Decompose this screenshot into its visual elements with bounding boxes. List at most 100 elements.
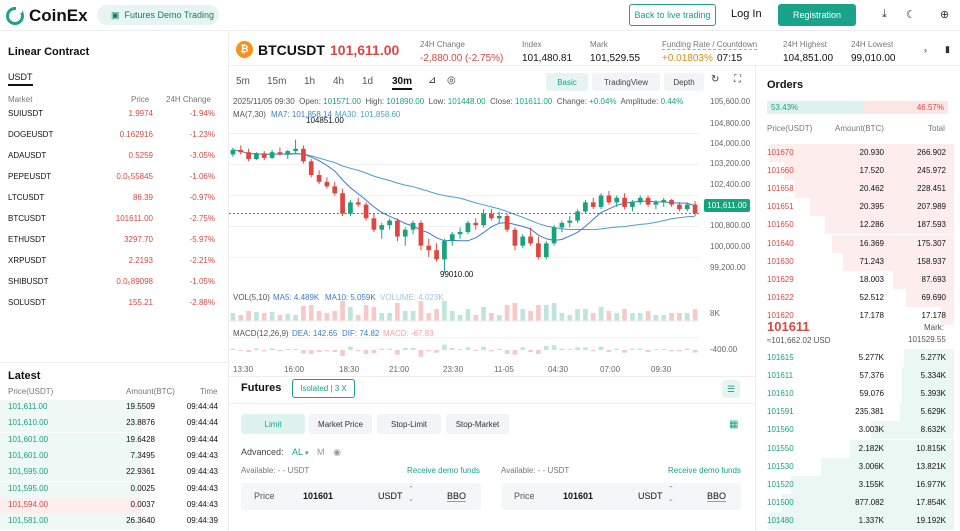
market-row[interactable]: SUIUSDT 1.9974 -1.94% <box>0 109 228 130</box>
fullscreen-icon[interactable]: ⛶ <box>734 74 741 85</box>
bbo-button-right[interactable]: BBO <box>707 491 727 502</box>
order-book-row[interactable]: 101630 71.243 158.937 <box>762 252 954 271</box>
market-row[interactable]: SHIBUSDT 0.0₅89098 -1.05% <box>0 277 228 298</box>
price-stepper-icon[interactable]: ⌃ ⌄ <box>668 485 674 505</box>
market-price: 86.39 <box>132 193 153 202</box>
ob-header-total: Total <box>928 124 945 133</box>
market-row[interactable]: LTCUSDT 86.39 -0.97% <box>0 193 228 214</box>
order-book-row[interactable]: 101550 2.182K 10.815K <box>762 439 954 458</box>
advanced-al-option[interactable]: AL <box>292 447 303 457</box>
order-tab-market-price[interactable]: Market Price <box>309 414 372 434</box>
timeframe-1h[interactable]: 1h <box>304 76 315 87</box>
order-book-row[interactable]: 101610 59.076 5.393K <box>762 385 954 404</box>
trade-row: 101,581.00 26.3640 09:44:39 <box>0 514 228 531</box>
layout-grid-icon[interactable]: ▦ <box>729 419 738 430</box>
volume-bar <box>402 311 408 321</box>
candlestick-chart[interactable] <box>229 118 704 364</box>
price-stepper-icon[interactable]: ⌃ ⌄ <box>408 485 414 505</box>
volume-bar <box>395 303 400 321</box>
market-row[interactable]: XRPUSDT 2.2193 -2.21% <box>0 256 228 277</box>
timeframe-4h[interactable]: 4h <box>333 76 344 87</box>
ob-price: 101591 <box>767 407 794 417</box>
chart-type-icon[interactable]: ⊿ <box>428 75 436 86</box>
price-unit: USDT <box>638 491 663 501</box>
ob-price: 101658 <box>767 184 794 194</box>
market-row[interactable]: SOLUSDT 155.21 -2.88% <box>0 298 228 319</box>
order-tab-stop-market[interactable]: Stop-Market <box>446 414 509 434</box>
macd-bar <box>543 346 549 350</box>
market-header-change[interactable]: 24H Change <box>166 95 211 104</box>
order-book-row[interactable]: 101500 877.082 17.854K <box>762 493 954 512</box>
order-book-row[interactable]: 101591 235.381 5.629K <box>762 403 954 422</box>
candle-body <box>520 236 526 246</box>
macd-bar <box>551 345 557 350</box>
order-book-row[interactable]: 101622 52.512 69.690 <box>762 288 954 307</box>
price-input-right[interactable]: Price 101601 USDT ⌃ ⌄ BBO <box>501 483 741 510</box>
trade-time: 09:44:43 <box>186 483 218 493</box>
view-tradingview[interactable]: TradingView <box>592 73 660 91</box>
symbol-name[interactable]: BTCUSDT <box>258 42 325 58</box>
bbo-button-left[interactable]: BBO <box>447 491 467 502</box>
latest-header-price: Price(USDT) <box>8 387 54 396</box>
order-book-row[interactable]: 101640 16.369 175.307 <box>762 234 954 253</box>
last-price: 101,611.00 <box>330 42 400 58</box>
demo-trading-badge[interactable]: ▣ Futures Demo Trading <box>97 5 219 25</box>
timeframe-30m[interactable]: 30m <box>392 76 413 90</box>
login-link[interactable]: Log In <box>731 8 762 20</box>
market-row[interactable]: BTCUSDT 101611.00 -2.75% <box>0 214 228 235</box>
price-input-value[interactable]: 101601 <box>303 491 333 501</box>
receive-demo-funds-right[interactable]: Receive demo funds <box>668 466 741 475</box>
order-book-row[interactable]: 101480 1.337K 19.192K <box>762 511 954 530</box>
market-row[interactable]: ADAUSDT 0.5259 -3.05% <box>0 151 228 172</box>
btc-coin-icon: ₿ <box>236 41 253 58</box>
ohlc-low-label: Low: <box>428 97 446 106</box>
language-globe-icon[interactable]: ⊕ <box>940 8 949 21</box>
order-book-row[interactable]: 101650 12.286 187.593 <box>762 216 954 235</box>
order-book-row[interactable]: 101530 3.006K 13.821K <box>762 457 954 476</box>
order-book-row[interactable]: 101560 3.003K 8.632K <box>762 421 954 440</box>
order-book-row[interactable]: 101629 18.003 87.693 <box>762 270 954 289</box>
order-tab-stop-limit[interactable]: Stop-Limit <box>377 414 441 434</box>
order-tab-limit[interactable]: Limit <box>241 414 305 434</box>
dark-mode-icon[interactable]: ☾ <box>906 8 916 21</box>
market-header-market[interactable]: Market <box>8 95 32 104</box>
order-book-row[interactable]: 101670 20.930 266.902 <box>762 144 954 162</box>
market-row[interactable]: DOGEUSDT 0.162916 -1.23% <box>0 130 228 151</box>
back-to-live-button[interactable]: Back to live trading <box>629 4 716 26</box>
advanced-m-option[interactable]: M <box>317 447 325 457</box>
candle-body <box>269 152 275 158</box>
view-basic[interactable]: Basic <box>546 73 588 91</box>
eye-icon[interactable]: ◉ <box>333 447 341 457</box>
order-book-row[interactable]: 101651 20.395 207.989 <box>762 198 954 217</box>
indicators-icon[interactable]: ◎ <box>447 75 456 86</box>
price-input-value[interactable]: 101601 <box>563 491 593 501</box>
order-book-row[interactable]: 101660 17.520 245.972 <box>762 162 954 181</box>
settings-sliders-icon[interactable]: ☰ <box>722 380 740 398</box>
margin-mode-button[interactable]: Isolated | 3 X <box>292 379 355 398</box>
order-book-row[interactable]: 101658 20.462 228.451 <box>762 180 954 199</box>
volume-bar <box>246 311 251 321</box>
timeframe-1d[interactable]: 1d <box>362 76 373 87</box>
candle-body <box>285 151 291 155</box>
register-button[interactable]: Registration <box>778 4 856 26</box>
order-book-row[interactable]: 101611 57.376 5.334K <box>762 367 954 386</box>
view-depth[interactable]: Depth <box>664 73 704 91</box>
download-icon[interactable]: ⤓ <box>882 8 887 21</box>
timeframe-15m[interactable]: 15m <box>267 76 286 87</box>
ticker-scroll-right-icon[interactable]: › <box>924 45 927 55</box>
receive-demo-funds-left[interactable]: Receive demo funds <box>407 466 480 475</box>
timeframe-5m[interactable]: 5m <box>236 76 250 87</box>
market-row[interactable]: ETHUSDT 3297.70 -5.97% <box>0 235 228 256</box>
refresh-icon[interactable]: ↻ <box>711 74 719 85</box>
coinex-logo[interactable]: CoinEx <box>6 6 88 26</box>
order-book-row[interactable]: 101615 5.277K 5.277K <box>762 349 954 367</box>
candle-body <box>661 200 667 203</box>
panel-toggle-icon[interactable]: ▮ <box>945 44 950 55</box>
price-input-left[interactable]: Price 101601 USDT ⌃ ⌄ BBO <box>241 483 481 510</box>
price-axis-label: 99,200.00 <box>710 263 746 272</box>
order-book-row[interactable]: 101520 3.155K 16.977K <box>762 475 954 494</box>
market-row[interactable]: PEPEUSDT 0.0₅55845 -1.06% <box>0 172 228 193</box>
volume-bar <box>418 301 424 321</box>
market-header-price[interactable]: Price <box>131 95 149 104</box>
tab-usdt[interactable]: USDT <box>8 72 33 86</box>
